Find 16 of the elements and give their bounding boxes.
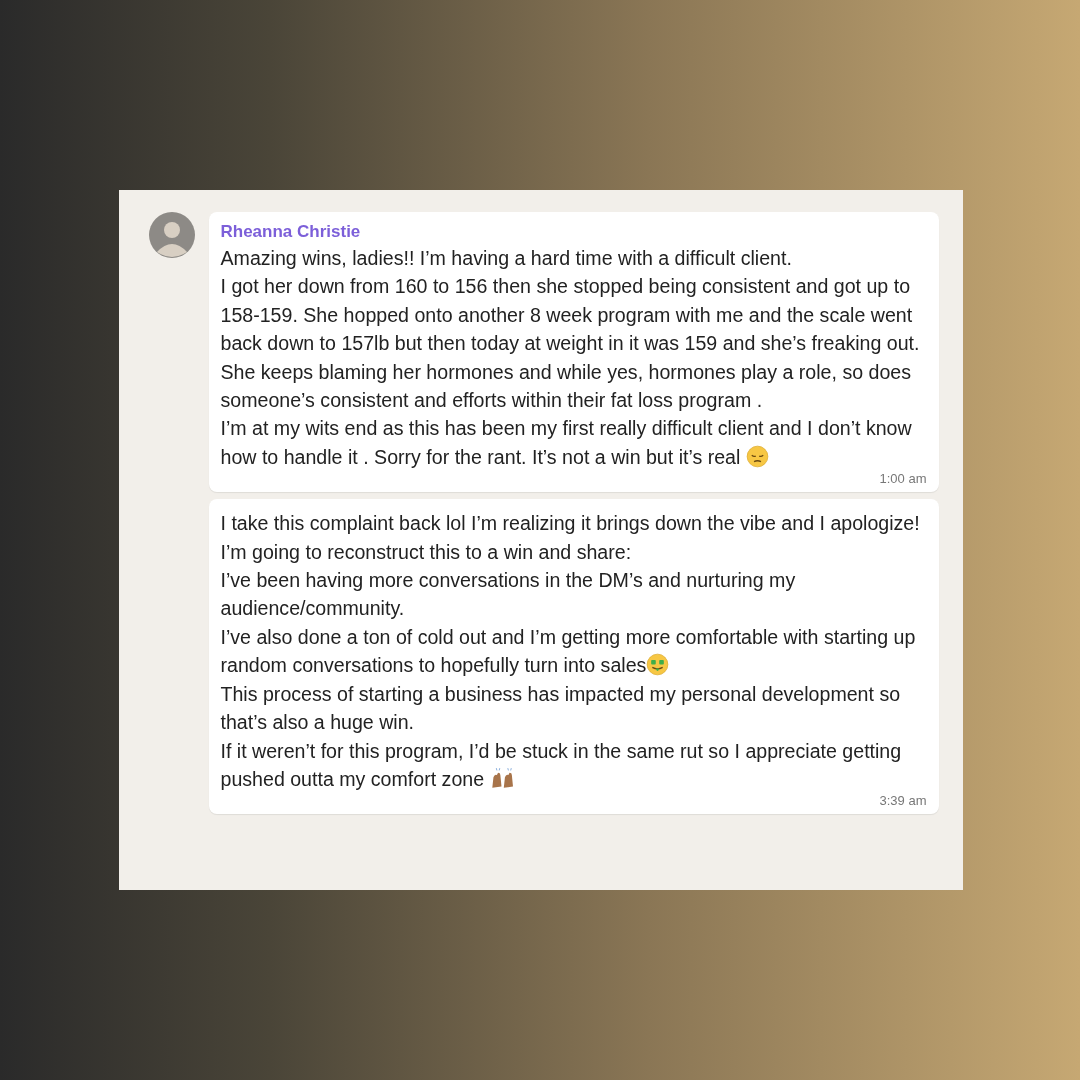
message-text: I’ve been having more conversations in the DM’s and nurturing my audience/community.	[220, 568, 797, 622]
message-text: I’m at my wits end as this has been my first really difficult client and I don’t know how to handle it . Sorry for the rant. It’s not a win but it’s real	[220, 416, 913, 470]
message-text: If it weren’t for this program, I’d be stuck in the same rut so I appreciate getting pushed outta my comfort zone	[220, 738, 903, 792]
sender-name: Rheanna Christie	[220, 222, 362, 242]
message-text: I’m going to reconstruct this to a win and share:	[220, 539, 633, 565]
pensive-face-icon	[745, 444, 769, 468]
message-text: This process of starting a business has impacted my personal development so that’s also a huge win.	[220, 681, 902, 736]
message-text: Amazing wins, ladies!! I’m having a hard time with a difficult client.	[220, 246, 793, 271]
raised-hands-icon	[489, 766, 515, 790]
message-time: 1:00 am	[879, 471, 927, 487]
money-mouth-face-icon	[646, 653, 670, 677]
message-text: I got her down from 160 to 156 then she stopped being consistent and got up to 158-159. She hopped onto another 8 week program with me and the scale went back down to 157lb but then today at weight in it was 159 and she’s freaking out.	[220, 274, 921, 357]
message-text: I take this complaint back lol I’m realizing it brings down the vibe and I apologize!	[220, 511, 921, 537]
message-time: 3:39 am	[879, 793, 927, 809]
message-text: I’ve also done a ton of cold out and I’m getting more comfortable with starting up random conversations to hopefully turn into sales	[220, 624, 917, 679]
message-text: She keeps blaming her hormones and while yes, hormones play a role, so does someone’s consistent and efforts within their fat loss program .	[220, 359, 913, 414]
